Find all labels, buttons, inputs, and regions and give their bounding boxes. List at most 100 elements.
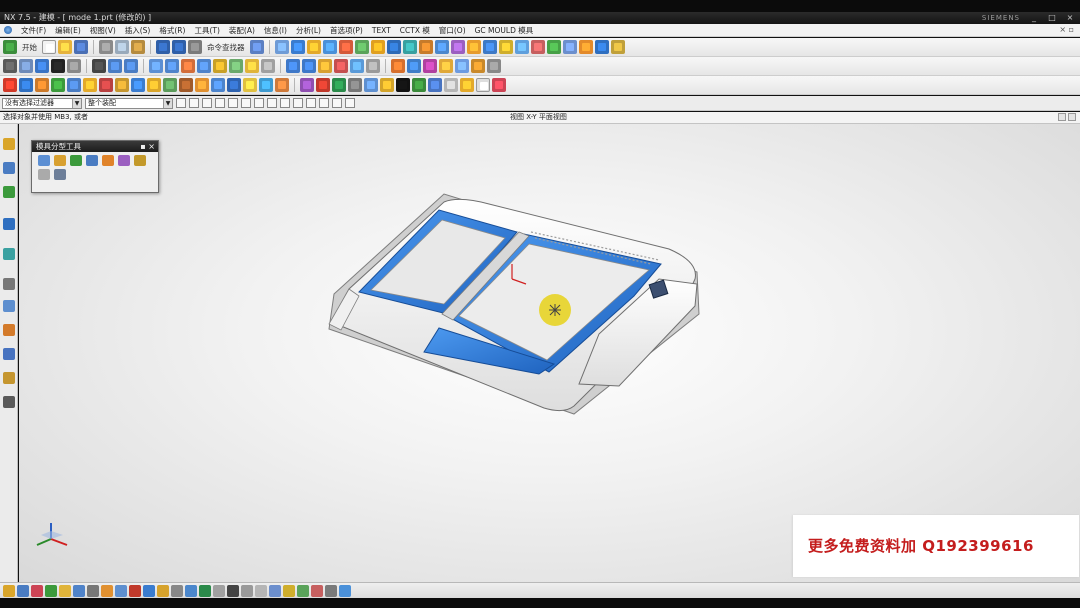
parting-navigator-icon[interactable]	[54, 169, 66, 180]
standard-part-icon[interactable]	[163, 78, 177, 92]
fit-icon[interactable]	[3, 59, 17, 73]
trim-icon[interactable]	[129, 584, 141, 597]
snap-on-curve-icon[interactable]	[293, 98, 303, 108]
type-filter-dropdown[interactable]: 没有选择过滤器 ▼	[2, 97, 82, 109]
show-hide-icon[interactable]	[487, 59, 501, 73]
shell-icon[interactable]	[450, 40, 465, 54]
project-curve-icon[interactable]	[229, 59, 243, 73]
snap-point-icon[interactable]	[332, 98, 342, 108]
snap-control-icon[interactable]	[228, 98, 238, 108]
redo-icon[interactable]	[172, 40, 186, 54]
initialize-project-icon[interactable]	[19, 78, 33, 92]
start-button[interactable]: 开始	[19, 42, 40, 53]
offset-curve-icon[interactable]	[213, 59, 227, 73]
graphics-window[interactable]: 模具分型工具 ▪ × 更多免费资料加 Q192399616	[19, 124, 1080, 582]
revolve-icon[interactable]	[322, 40, 337, 54]
profile-icon[interactable]	[59, 584, 71, 597]
snap-endpoint-icon[interactable]	[202, 98, 212, 108]
menu-edit[interactable]: 编辑(E)	[55, 25, 81, 36]
open-folder-icon[interactable]	[58, 40, 72, 54]
trim-body-icon[interactable]	[498, 40, 513, 54]
draft-icon[interactable]	[466, 40, 481, 54]
paste-icon[interactable]	[131, 40, 145, 54]
status-button[interactable]	[1058, 113, 1066, 121]
maximize-button[interactable]: □	[1046, 13, 1058, 22]
boss-icon[interactable]	[354, 40, 369, 54]
workpiece-icon[interactable]	[67, 78, 81, 92]
finish-sketch-icon[interactable]	[339, 584, 351, 597]
grid-icon[interactable]	[17, 584, 29, 597]
patch-icon[interactable]	[350, 59, 364, 73]
spline-icon[interactable]	[197, 59, 211, 73]
check-geometry-icon[interactable]	[423, 59, 437, 73]
hole-icon[interactable]	[338, 40, 353, 54]
history-icon[interactable]	[3, 278, 15, 290]
region-analysis-icon[interactable]	[38, 155, 50, 166]
cast-process-icon[interactable]	[364, 78, 378, 92]
perspective-icon[interactable]	[67, 59, 81, 73]
assembly-navigator-icon[interactable]	[3, 138, 15, 150]
roles-icon[interactable]	[3, 372, 15, 384]
datum-plane-icon[interactable]	[562, 40, 577, 54]
shrinkage-icon[interactable]	[51, 78, 65, 92]
menu-text[interactable]: TEXT	[372, 26, 391, 35]
intersect-icon[interactable]	[402, 40, 417, 54]
swept-icon[interactable]	[302, 59, 316, 73]
panel-close-icon[interactable]: ▪ ×	[140, 141, 155, 152]
menu-analysis[interactable]: 分析(L)	[296, 25, 321, 36]
drawing-icon[interactable]	[348, 78, 362, 92]
subtract-icon[interactable]	[386, 40, 401, 54]
mold-csys-icon[interactable]	[35, 78, 49, 92]
through-curves-icon[interactable]	[286, 59, 300, 73]
fillet-icon[interactable]	[101, 584, 113, 597]
offset-icon[interactable]	[171, 584, 183, 597]
family-mold-icon[interactable]	[99, 78, 113, 92]
bom-icon[interactable]	[332, 78, 346, 92]
datum-axis-icon[interactable]	[578, 40, 593, 54]
extend-icon[interactable]	[143, 584, 155, 597]
section-view-icon[interactable]	[439, 59, 453, 73]
chamfer-icon[interactable]	[434, 40, 449, 54]
ellipse-icon[interactable]	[283, 584, 295, 597]
pattern-icon[interactable]	[530, 40, 545, 54]
part-navigator-icon[interactable]	[3, 186, 15, 198]
menu-file[interactable]: 文件(F)	[21, 25, 46, 36]
unite-icon[interactable]	[370, 40, 385, 54]
simple-hole-icon[interactable]	[460, 78, 474, 92]
filter-icon[interactable]	[176, 98, 186, 108]
circle-icon[interactable]	[87, 584, 99, 597]
point-tool-icon[interactable]	[325, 584, 337, 597]
minimize-button[interactable]: _	[1028, 13, 1040, 22]
clearance-icon[interactable]	[444, 78, 458, 92]
sketch-plane-icon[interactable]	[45, 584, 57, 597]
measure-angle-icon[interactable]	[407, 59, 421, 73]
select-icon[interactable]	[249, 40, 264, 54]
menu-insert[interactable]: 插入(S)	[125, 25, 151, 36]
intersection-curve-icon[interactable]	[245, 59, 259, 73]
corner-icon[interactable]	[157, 584, 169, 597]
web-browser-icon[interactable]	[3, 248, 15, 260]
pan-icon[interactable]	[51, 59, 65, 73]
line-tool-icon[interactable]	[241, 584, 253, 597]
menu-format[interactable]: 格式(R)	[159, 25, 185, 36]
swap-model-icon[interactable]	[38, 169, 50, 180]
menu-assemblies[interactable]: 装配(A)	[229, 25, 255, 36]
parting-surface-icon[interactable]	[118, 155, 130, 166]
shaded-icon[interactable]	[92, 59, 106, 73]
snap-existing-point-icon[interactable]	[280, 98, 290, 108]
panel-titlebar[interactable]: 模具分型工具 ▪ ×	[32, 141, 158, 152]
snap-toggle-icon[interactable]	[345, 98, 355, 108]
undo-icon[interactable]	[156, 40, 170, 54]
point-icon[interactable]	[610, 40, 625, 54]
layer-icon[interactable]	[455, 59, 469, 73]
snap-center-icon[interactable]	[254, 98, 264, 108]
chamfer-sketch-icon[interactable]	[115, 584, 127, 597]
mold-wizard-icon[interactable]	[3, 78, 17, 92]
mold-part-model[interactable]	[19, 124, 1080, 582]
command-finder-icon[interactable]	[188, 40, 202, 54]
reset-filter-icon[interactable]	[189, 98, 199, 108]
ejector-pin-icon[interactable]	[179, 78, 193, 92]
save-icon[interactable]	[74, 40, 88, 54]
cut-icon[interactable]	[99, 40, 113, 54]
studio-spline-icon[interactable]	[311, 584, 323, 597]
